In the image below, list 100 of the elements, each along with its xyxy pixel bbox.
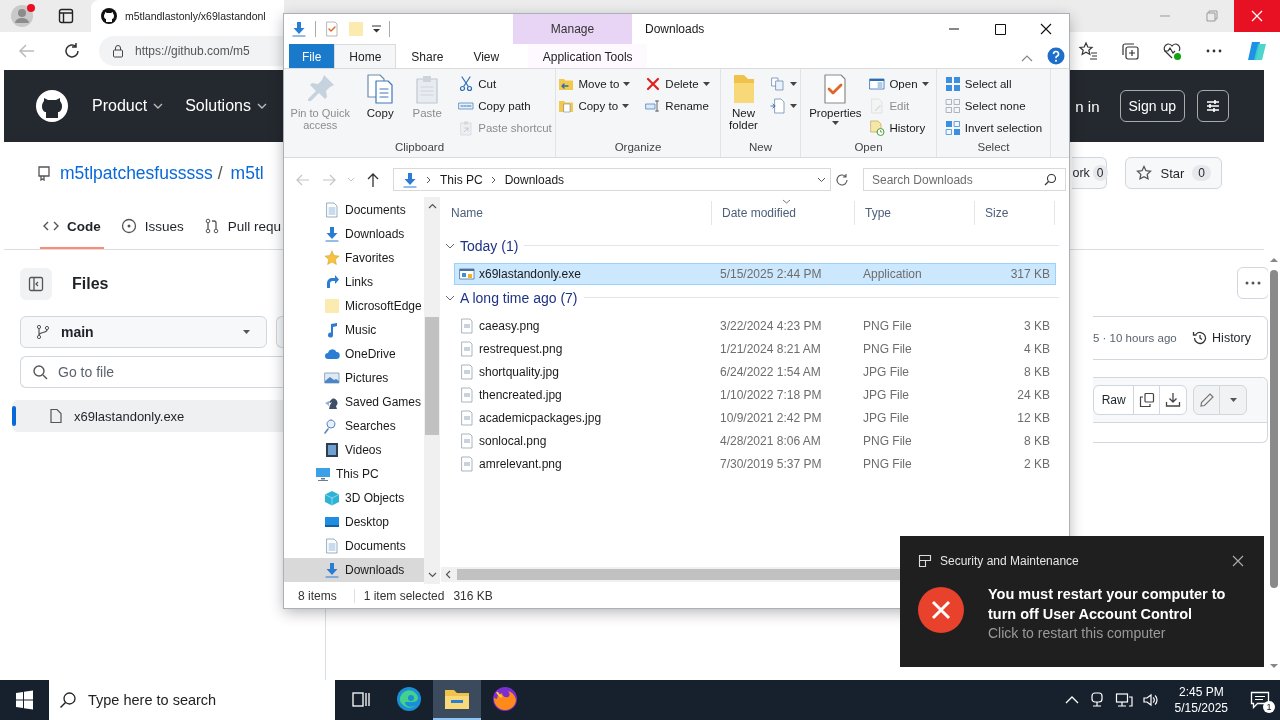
column-header[interactable]: Type xyxy=(855,201,975,225)
file-row[interactable]: x69lastandonly.exe 5/15/2025 2:44 PM Application 317 KB xyxy=(454,263,1056,285)
refresh-icon[interactable] xyxy=(63,42,81,60)
nav-menu[interactable]: Solutions xyxy=(185,97,267,115)
ribbon-button[interactable]: Rename xyxy=(643,95,712,117)
breadcrumb-link[interactable]: This PC xyxy=(440,172,483,187)
notification-toast[interactable]: Security and Maintenance You must restart your computer to turn off User Account Control Click to restart this computer xyxy=(900,536,1264,667)
collapse-ribbon-icon[interactable] xyxy=(1021,54,1033,62)
logo-icon[interactable] xyxy=(36,90,68,122)
nav-item[interactable]: Desktop xyxy=(284,510,424,534)
search-field[interactable]: Search Downloads xyxy=(863,168,1066,191)
close-icon[interactable] xyxy=(1232,555,1244,567)
nav-item[interactable]: Documents xyxy=(284,198,424,222)
nav-item[interactable]: Favorites xyxy=(284,246,424,270)
file-row[interactable]: sonlocal.png 4/28/2021 8:06 AM PNG File 8 KB xyxy=(454,430,1056,452)
clock-date[interactable]: 5/15/2025 xyxy=(1174,700,1228,716)
ribbon-tab[interactable]: Home xyxy=(334,44,397,68)
help-icon[interactable] xyxy=(1047,47,1065,65)
ribbon-button[interactable]: Select all xyxy=(942,73,1045,95)
ribbon-button[interactable]: Select none xyxy=(942,95,1045,117)
collections-icon[interactable] xyxy=(1120,41,1140,61)
sign-up-button[interactable]: Sign up xyxy=(1119,90,1185,122)
nav-item[interactable]: Pictures xyxy=(284,366,424,390)
scrollbar-thumb[interactable] xyxy=(1270,270,1278,588)
volume-icon[interactable] xyxy=(1141,691,1160,709)
repo-tab[interactable]: Pull requ xyxy=(200,205,285,249)
history-button[interactable]: History xyxy=(1192,330,1251,346)
scroll-down-icon[interactable] xyxy=(1269,662,1279,670)
file-row[interactable]: shortquality.jpg 6/24/2022 1:54 AM JPG File 8 KB xyxy=(454,361,1056,383)
taskbar-search-field[interactable]: Type here to search xyxy=(49,680,335,720)
file-menu-tab[interactable]: File xyxy=(289,44,335,68)
scroll-up-icon[interactable] xyxy=(1269,256,1279,264)
network-icon[interactable] xyxy=(1114,691,1133,709)
collapse-panel-button[interactable] xyxy=(20,268,52,300)
column-header[interactable]: Name xyxy=(441,201,712,225)
nav-item[interactable]: Downloads xyxy=(284,222,424,246)
nav-item[interactable]: OneDrive xyxy=(284,342,424,366)
ribbon-button[interactable]: Copy xyxy=(358,73,403,119)
star-button[interactable]: Star 0 xyxy=(1125,157,1222,189)
scroll-down-icon[interactable] xyxy=(427,572,437,578)
page-check-icon[interactable] xyxy=(324,21,340,37)
nav-item[interactable]: Downloads xyxy=(284,558,424,582)
nav-item[interactable]: 3D Objects xyxy=(284,486,424,510)
customize-caret-icon[interactable] xyxy=(372,25,381,33)
file-row[interactable]: academicpackages.jpg 10/9/2021 2:42 PM JPG File 12 KB xyxy=(454,407,1056,429)
up-arrow-icon[interactable] xyxy=(365,171,381,188)
ribbon-tab[interactable]: Application Tools xyxy=(528,44,648,68)
ribbon-button[interactable]: Copy to xyxy=(556,95,633,117)
file-row[interactable]: amrelevant.png 7/30/2019 5:37 PM PNG File 2 KB xyxy=(454,453,1056,475)
scroll-left-icon[interactable] xyxy=(445,570,451,579)
profile-avatar-icon[interactable] xyxy=(10,3,36,29)
settings-button[interactable] xyxy=(1197,90,1229,122)
ribbon-button[interactable]: Invert selection xyxy=(942,117,1045,139)
branch-select[interactable]: main xyxy=(20,316,267,348)
ribbon-button[interactable]: Cut xyxy=(456,73,554,95)
ribbon-button[interactable]: Open xyxy=(867,73,931,95)
tray-caret-icon[interactable] xyxy=(1064,695,1079,705)
tabs-icon[interactable] xyxy=(58,8,74,24)
ribbon-button[interactable]: History xyxy=(867,117,931,139)
ribbon-button[interactable]: New folder xyxy=(722,73,765,131)
breadcrumb-link[interactable]: Downloads xyxy=(504,172,565,187)
repo-tab[interactable]: Code xyxy=(40,205,104,249)
address-field[interactable]: This PC Downloads xyxy=(393,168,831,191)
ribbon-button[interactable]: Copy path xyxy=(456,95,554,117)
nav-menu[interactable]: Product xyxy=(92,97,164,115)
scroll-up-icon[interactable] xyxy=(427,203,437,209)
file-row[interactable]: caeasy.png 3/22/2024 4:23 PM PNG File 3 KB xyxy=(454,315,1056,337)
assistant-logo-icon[interactable] xyxy=(1246,40,1268,62)
nav-item[interactable]: Searches xyxy=(284,414,424,438)
scrollbar-thumb[interactable] xyxy=(425,317,439,435)
heart-pulse-icon[interactable] xyxy=(1162,41,1182,61)
ribbon-button[interactable]: Properties xyxy=(806,73,865,125)
group-header[interactable]: Today (1) xyxy=(445,237,519,254)
clock-time[interactable]: 2:45 PM xyxy=(1178,684,1224,700)
repo-name-link[interactable]: m5tl xyxy=(230,162,264,184)
ribbon-tab[interactable]: View xyxy=(458,44,515,68)
sign-in-link[interactable]: n in xyxy=(1075,97,1100,115)
download-arrow-icon[interactable] xyxy=(291,21,307,37)
notifications-icon[interactable] xyxy=(1250,691,1270,709)
nav-item[interactable]: Saved Games xyxy=(284,390,424,414)
column-header[interactable]: Size xyxy=(975,201,1055,225)
go-to-file-field[interactable]: Go to file xyxy=(20,356,284,388)
repo-owner-link[interactable]: m5tlpatchesfusssss xyxy=(60,162,213,184)
ribbon-button[interactable]: Move to xyxy=(556,73,633,95)
nav-item[interactable]: This PC xyxy=(284,462,424,486)
refresh-icon[interactable] xyxy=(835,172,849,187)
star-list-icon[interactable] xyxy=(1078,41,1098,61)
nav-item[interactable]: Music xyxy=(284,318,424,342)
fork-button[interactable]: ork 0 xyxy=(1072,157,1108,189)
column-header[interactable]: Date modified xyxy=(712,201,855,225)
file-row[interactable]: restrequest.png 1/21/2024 8:21 AM PNG File 4 KB xyxy=(454,338,1056,360)
ribbon-tab[interactable]: Share xyxy=(396,44,459,68)
nav-item[interactable]: MicrosoftEdge xyxy=(284,294,424,318)
nav-item[interactable]: Videos xyxy=(284,438,424,462)
file-tree-item[interactable]: x69lastandonly.exe xyxy=(12,400,284,432)
nav-item[interactable]: Links xyxy=(284,270,424,294)
repo-tab[interactable]: Issues xyxy=(117,205,187,249)
address-field[interactable]: https://github.com/m5 xyxy=(99,36,284,66)
browser-tab[interactable]: m5tlandlastonly/x69lastandonl xyxy=(91,0,284,32)
file-row[interactable]: thencreated.jpg 1/10/2022 7:18 PM JPG File 24 KB xyxy=(454,384,1056,406)
